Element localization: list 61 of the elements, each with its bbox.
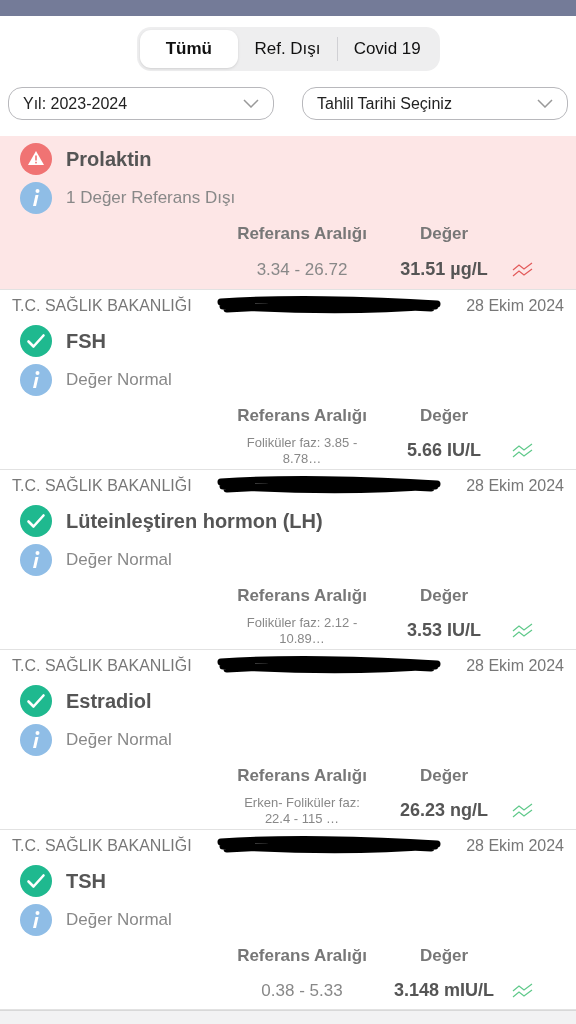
test-name: TSH [66, 869, 106, 894]
result-value: 5.66 IU/L [406, 439, 482, 462]
result-value: 3.53 IU/L [406, 619, 482, 642]
column-header: Referans Aralığı [236, 945, 368, 968]
info-icon [20, 544, 52, 576]
trend-icon [512, 261, 534, 278]
test-name: Prolaktin [66, 147, 152, 172]
trend-icon [512, 982, 534, 999]
test-name: Estradiol [66, 689, 152, 714]
result-value: 26.23 ng/L [399, 799, 489, 822]
test-date: 28 Ekim 2024 [466, 476, 564, 496]
info-icon [20, 904, 52, 936]
check-icon [20, 865, 52, 897]
column-header: Referans Aralığı [236, 223, 368, 246]
column-header: Değer [418, 585, 470, 608]
result-value: 3.148 mIU/L [392, 979, 495, 1002]
chevron-down-icon [243, 99, 259, 108]
column-header: Değer [418, 945, 470, 968]
test-name: Lüteinleştiren hormon (LH) [66, 509, 323, 534]
segment-tab[interactable]: Covid 19 [337, 30, 437, 68]
trend-icon [512, 622, 534, 639]
info-icon [20, 724, 52, 756]
info-icon [20, 182, 52, 214]
reference-range: Erken- Foliküler faz: 22.4 - 115 … [243, 794, 361, 827]
column-header: Referans Aralığı [236, 765, 368, 788]
lab-name: T.C. SAĞLIK BAKANLIĞI [12, 295, 192, 316]
result-value: 31.51 µg/L [399, 258, 489, 281]
check-icon [20, 505, 52, 537]
column-header: Referans Aralığı [236, 585, 368, 608]
reference-range: Foliküler faz: 3.85 - 8.78… [245, 434, 359, 467]
segment-tab[interactable]: Tümü [139, 30, 239, 68]
status-note: 1 Değer Referans Dışı [66, 187, 236, 210]
test-date: 28 Ekim 2024 [466, 656, 564, 676]
warning-icon [20, 143, 52, 175]
lab-name: T.C. SAĞLIK BAKANLIĞI [12, 835, 192, 856]
result-card[interactable]: Prolaktin 1 Değer Referans Dışı Referans Aralığı Değer 3.34 - 26.72 31.51 µg/L [0, 136, 576, 290]
status-note: Değer Normal [66, 369, 172, 392]
lab-name: T.C. SAĞLIK BAKANLIĞI [12, 655, 192, 676]
column-header: Değer [418, 223, 470, 246]
column-header: Değer [418, 765, 470, 788]
reference-range: 0.38 - 5.33 [260, 979, 344, 1002]
lab-name: T.C. SAĞLIK BAKANLIĞI [12, 475, 192, 496]
dropdown[interactable]: Yıl: 2023-2024 [8, 87, 274, 120]
trend-icon [512, 802, 534, 819]
test-date: 28 Ekim 2024 [466, 296, 564, 316]
test-date: 28 Ekim 2024 [466, 836, 564, 856]
check-icon [20, 685, 52, 717]
test-name: FSH [66, 329, 106, 354]
status-note: Değer Normal [66, 549, 172, 572]
status-note: Değer Normal [66, 729, 172, 752]
dropdown[interactable]: Tahlil Tarihi Seçiniz [302, 87, 568, 120]
trend-icon [512, 442, 534, 459]
chevron-down-icon [537, 99, 553, 108]
check-icon [20, 325, 52, 357]
column-header: Referans Aralığı [236, 405, 368, 428]
info-icon [20, 364, 52, 396]
reference-range: 3.34 - 26.72 [255, 258, 349, 281]
reference-range: Foliküler faz: 2.12 - 10.89… [245, 614, 359, 647]
column-header: Değer [418, 405, 470, 428]
status-note: Değer Normal [66, 909, 172, 932]
segment-tab[interactable]: Ref. Dışı [238, 30, 337, 68]
